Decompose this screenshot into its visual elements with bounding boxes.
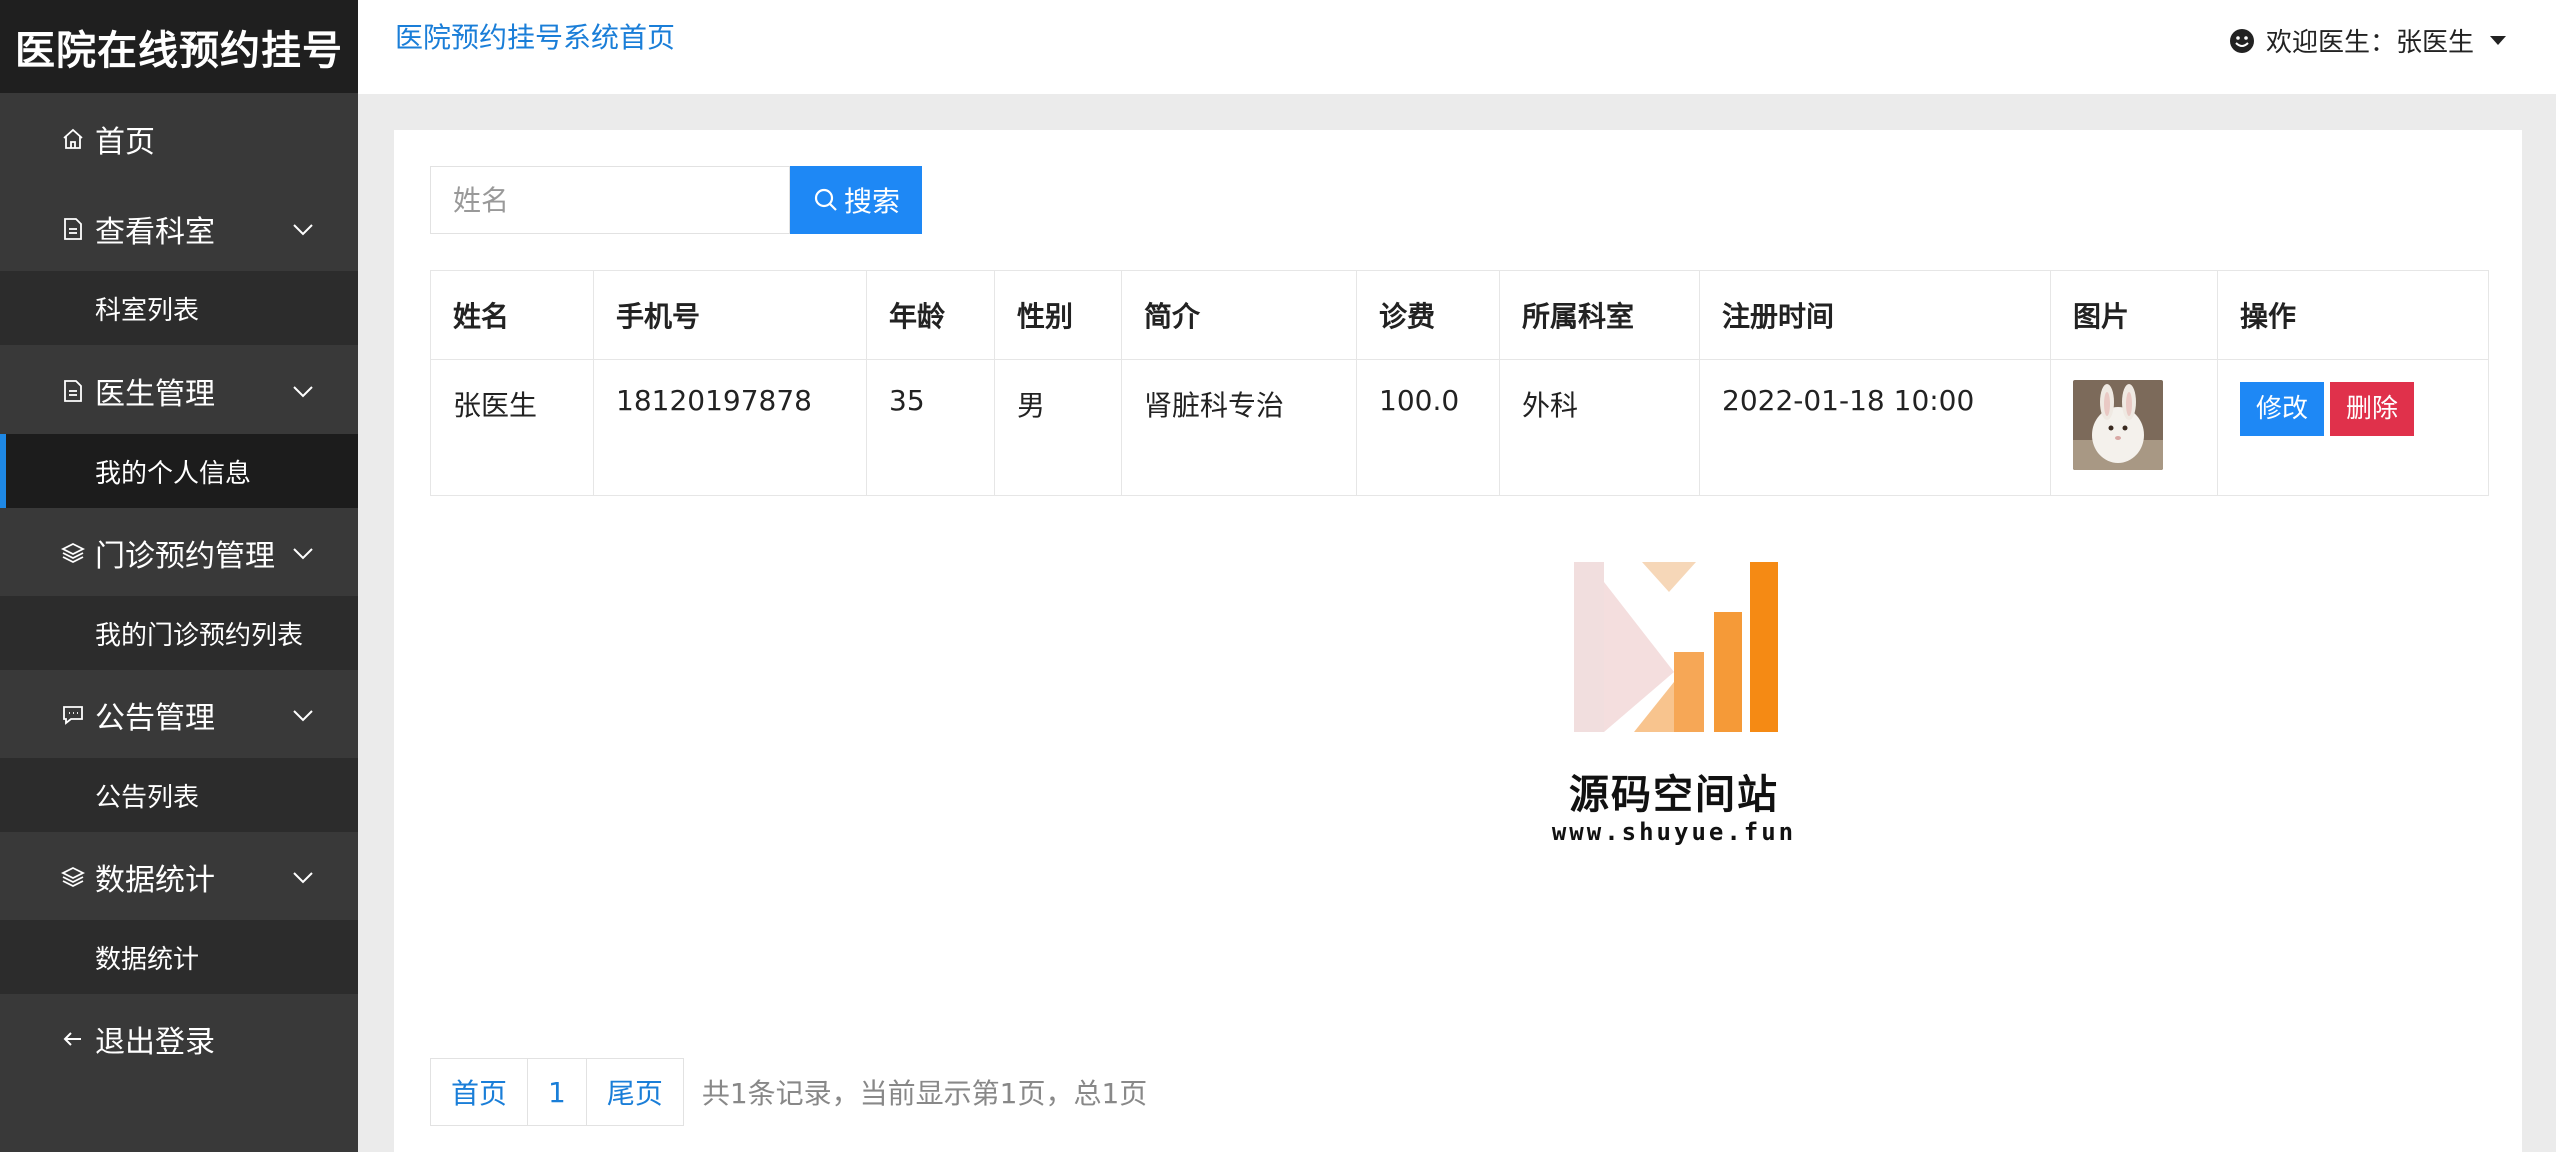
caret-down-icon <box>2490 36 2506 45</box>
watermark-logo <box>1574 562 1778 732</box>
column-header: 注册时间 <box>1699 270 2051 360</box>
sidebar-subitem-appointment-list[interactable]: 我的门诊预约列表 <box>0 596 358 670</box>
top-header: 医院预约挂号系统首页 欢迎医生：张医生 <box>358 0 2556 94</box>
watermark-url: www.shuyue.fun <box>1551 818 1797 846</box>
sidebar-item-departments[interactable]: 查看科室 <box>0 189 358 269</box>
sidebar-subitem-label: 我的门诊预约列表 <box>95 620 304 651</box>
column-header: 诊费 <box>1356 270 1500 360</box>
cell-name: 张医生 <box>430 359 594 496</box>
sidebar-subitem-label: 我的个人信息 <box>95 458 252 489</box>
column-header: 图片 <box>2050 270 2218 360</box>
search-button[interactable]: 搜索 <box>790 166 922 234</box>
sidebar-item-label: 医生管理 <box>95 377 215 412</box>
pager-info: 共1条记录，当前显示第1页，总1页 <box>701 1077 1148 1110</box>
doctor-table: 姓名 手机号 年龄 性别 简介 诊费 所属科室 注册时间 图片 操作 张医生 1… <box>430 270 2489 496</box>
sidebar-item-statistics[interactable]: 数据统计 <box>0 837 358 917</box>
search-button-label: 搜索 <box>843 185 900 218</box>
cell-intro: 肾脏科专治 <box>1121 359 1357 496</box>
cell-gender: 男 <box>994 359 1122 496</box>
column-header: 手机号 <box>593 270 867 360</box>
cell-actions: 修改 删除 <box>2217 359 2489 496</box>
delete-button[interactable]: 删除 <box>2330 382 2415 436</box>
column-header: 性别 <box>994 270 1122 360</box>
column-header: 简介 <box>1121 270 1357 360</box>
pager-page-1-button[interactable]: 1 <box>527 1058 587 1126</box>
sidebar-item-label: 首页 <box>95 125 155 160</box>
sidebar-item-label: 数据统计 <box>95 863 215 898</box>
sidebar-item-announcements[interactable]: 公告管理 <box>0 675 358 755</box>
name-search-input[interactable] <box>430 166 790 234</box>
sidebar-subitem-announcement-list[interactable]: 公告列表 <box>0 758 358 832</box>
column-header: 年龄 <box>866 270 995 360</box>
sidebar-subitem-department-list[interactable]: 科室列表 <box>0 271 358 345</box>
cell-age: 35 <box>866 359 995 496</box>
chevron-down-icon <box>293 872 313 884</box>
edit-button[interactable]: 修改 <box>2240 382 2325 436</box>
main-panel: 搜索 姓名 手机号 年龄 性别 简介 诊费 所属科室 注册时间 图片 操作 <box>394 130 2522 1152</box>
app-title: 医院在线预约挂号 <box>0 0 358 93</box>
search-icon <box>814 188 837 211</box>
sidebar-item-home[interactable]: 首页 <box>0 99 358 179</box>
sidebar: 医院在线预约挂号 首页 查看科室 科室列表 医生管理 我的个人信息 门诊预约管理… <box>0 0 358 1152</box>
pager-last-button[interactable]: 尾页 <box>585 1058 684 1126</box>
sidebar-subitem-label: 公告列表 <box>95 782 200 813</box>
watermark-title: 源码空间站 <box>1569 772 1779 818</box>
column-header: 操作 <box>2217 270 2489 360</box>
column-header: 姓名 <box>430 270 594 360</box>
sidebar-item-label: 查看科室 <box>95 215 215 250</box>
cell-department: 外科 <box>1499 359 1700 496</box>
sidebar-item-label: 门诊预约管理 <box>95 539 275 574</box>
sidebar-item-doctor-management[interactable]: 医生管理 <box>0 351 358 431</box>
table-row: 张医生 18120197878 35 男 肾脏科专治 100.0 外科 2022… <box>430 359 2489 496</box>
cell-fee: 100.0 <box>1356 359 1500 496</box>
sidebar-subitem-statistics[interactable]: 数据统计 <box>0 920 358 994</box>
sidebar-subitem-my-profile[interactable]: 我的个人信息 <box>0 434 358 508</box>
chevron-down-icon <box>293 386 313 398</box>
sidebar-item-logout[interactable]: 退出登录 <box>0 999 358 1079</box>
doctor-photo <box>2073 380 2163 470</box>
column-header: 所属科室 <box>1499 270 1700 360</box>
chevron-down-icon <box>293 710 313 722</box>
chevron-down-icon <box>293 548 313 560</box>
sidebar-item-appointments[interactable]: 门诊预约管理 <box>0 513 358 593</box>
sidebar-item-label: 公告管理 <box>95 701 215 736</box>
cell-photo <box>2050 359 2218 496</box>
table-header-row: 姓名 手机号 年龄 性别 简介 诊费 所属科室 注册时间 图片 操作 <box>430 270 2489 360</box>
smile-icon <box>2229 28 2254 53</box>
sidebar-subitem-label: 科室列表 <box>95 295 200 326</box>
chevron-down-icon <box>293 224 313 236</box>
home-icon <box>58 124 88 154</box>
layers-icon <box>58 862 88 892</box>
cell-register-time: 2022-01-18 10:00 <box>1699 359 2051 496</box>
document-icon <box>58 376 88 406</box>
sidebar-item-label: 退出登录 <box>95 1025 215 1060</box>
watermark: 源码空间站 www.shuyue.fun <box>1552 562 1794 862</box>
user-greeting: 欢迎医生：张医生 <box>2265 28 2474 58</box>
cell-phone: 18120197878 <box>593 359 867 496</box>
system-home-link[interactable]: 医院预约挂号系统首页 <box>395 16 675 56</box>
sidebar-subitem-label: 数据统计 <box>95 944 200 975</box>
user-menu[interactable]: 欢迎医生：张医生 <box>2228 22 2506 59</box>
message-icon <box>58 700 88 730</box>
pager-first-button[interactable]: 首页 <box>430 1058 529 1126</box>
document-icon <box>58 214 88 244</box>
pagination: 首页 1 尾页 共1条记录，当前显示第1页，总1页 <box>430 1058 1147 1126</box>
layers-icon <box>58 538 88 568</box>
arrow-left-icon <box>58 1024 88 1054</box>
